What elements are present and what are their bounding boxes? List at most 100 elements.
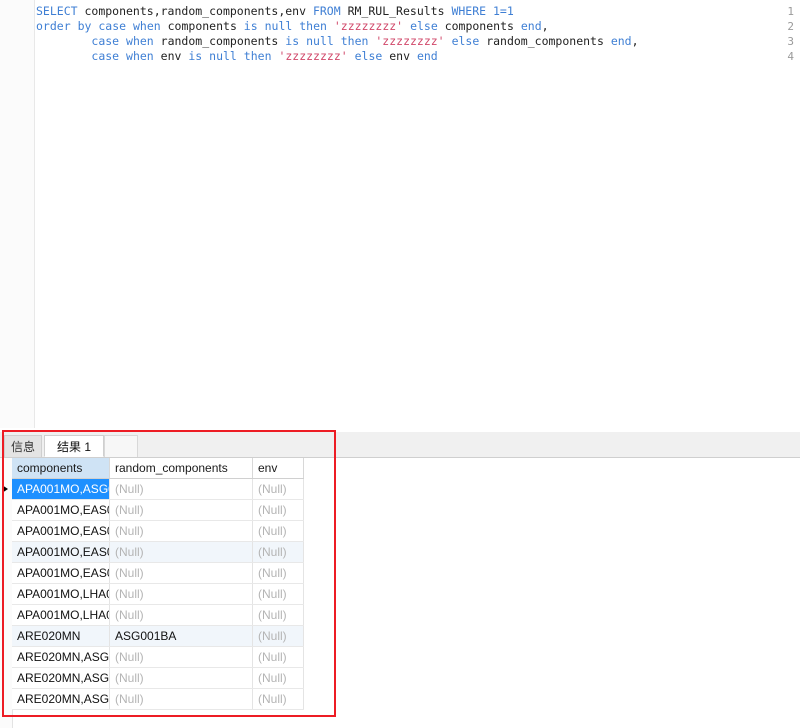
code-token: FROM <box>312 4 341 18</box>
column-header-env[interactable]: env <box>253 458 304 478</box>
code-token: null <box>209 49 237 63</box>
code-token: random_components <box>479 34 611 48</box>
column-header-components[interactable]: components <box>12 458 110 478</box>
code-token: 1=1 <box>493 4 514 18</box>
table-cell-random_components[interactable]: (Null) <box>110 647 253 667</box>
table-cell-random_components[interactable]: (Null) <box>110 500 253 520</box>
table-row[interactable]: APA001MO,EAS0 (Null) (Null) <box>12 521 304 542</box>
table-cell-components[interactable]: APA001MO,EAS0 <box>12 542 110 562</box>
table-cell-random_components[interactable]: (Null) <box>110 542 253 562</box>
code-token: then <box>299 19 327 33</box>
code-token: is <box>285 34 300 48</box>
code-token: by <box>77 19 92 33</box>
table-row[interactable]: APA001MO,LHA0 (Null) (Null) <box>12 605 304 626</box>
code-token: case <box>98 19 127 33</box>
table-cell-components[interactable]: APA001MO,EAS0 <box>12 521 110 541</box>
table-cell-random_components[interactable]: (Null) <box>110 668 253 688</box>
code-token: else <box>451 34 480 48</box>
table-row[interactable]: ARE020MN,ASG0 (Null) (Null) <box>12 647 304 668</box>
results-tab-strip: 信息 结果 1 <box>0 432 800 458</box>
code-token: then <box>340 34 369 48</box>
table-cell-components[interactable]: ARE020MN <box>12 626 110 646</box>
code-token: is <box>188 49 203 63</box>
table-cell-random_components[interactable]: (Null) <box>110 563 253 583</box>
code-token: end <box>520 19 542 33</box>
code-token: else <box>354 49 383 63</box>
code-token: 'zzzzzzzz' <box>375 34 445 48</box>
table-cell-env[interactable]: (Null) <box>253 668 304 688</box>
table-cell-components[interactable]: APA001MO,LHA0 <box>12 605 110 625</box>
table-cell-env[interactable]: (Null) <box>253 521 304 541</box>
table-row[interactable]: APA001MO,ASG0 (Null) (Null) <box>12 479 304 500</box>
code-token: when <box>133 19 161 33</box>
code-token: case <box>91 49 120 63</box>
table-cell-env[interactable]: (Null) <box>253 647 304 667</box>
table-row[interactable]: ARE020MN ASG001BA (Null) <box>12 626 304 647</box>
table-cell-components[interactable]: ARE020MN,ASG0 <box>12 689 110 709</box>
table-cell-components[interactable]: ARE020MN,ASG0 <box>12 668 110 688</box>
table-cell-env[interactable]: (Null) <box>253 500 304 520</box>
code-token: is <box>243 19 258 33</box>
table-cell-env[interactable]: (Null) <box>253 605 304 625</box>
code-token: then <box>243 49 272 63</box>
table-cell-env[interactable]: (Null) <box>253 584 304 604</box>
table-cell-components[interactable]: APA001MO,EAS0 <box>12 500 110 520</box>
code-token: order <box>36 19 71 33</box>
code-line: case when env is null then 'zzzzzzzz' el… <box>36 49 796 64</box>
table-cell-env[interactable]: (Null) <box>253 689 304 709</box>
table-row[interactable]: APA001MO,EAS0 (Null) (Null) <box>12 542 304 563</box>
tab-result-1[interactable]: 结果 1 <box>44 435 104 457</box>
code-token: random_components <box>153 34 286 48</box>
table-row[interactable]: APA001MO,EAS0 (Null) (Null) <box>12 563 304 584</box>
code-token: else <box>410 19 438 33</box>
code-line: case when random_components is null then… <box>36 34 796 49</box>
table-cell-components[interactable]: APA001MO,ASG0 <box>12 479 110 499</box>
table-cell-env[interactable]: (Null) <box>253 479 304 499</box>
table-cell-components[interactable]: APA001MO,EAS0 <box>12 563 110 583</box>
table-cell-components[interactable]: APA001MO,LHA0 <box>12 584 110 604</box>
code-line: order by case when components is null th… <box>36 19 796 34</box>
code-token: env <box>153 49 189 63</box>
table-cell-random_components[interactable]: ASG001BA <box>110 626 253 646</box>
code-line: SELECT components,random_components,env … <box>36 4 796 19</box>
results-pane: 信息 结果 1 components random_components env A… <box>0 430 800 728</box>
code-token: null <box>306 34 334 48</box>
code-token: env <box>382 49 417 63</box>
table-cell-random_components[interactable]: (Null) <box>110 605 253 625</box>
table-cell-components[interactable]: ARE020MN,ASG0 <box>12 647 110 667</box>
table-row[interactable]: ARE020MN,ASG0 (Null) (Null) <box>12 689 304 710</box>
code-token: components <box>160 19 244 33</box>
table-cell-random_components[interactable]: (Null) <box>110 689 253 709</box>
results-grid[interactable]: components random_components env APA001MO,… <box>0 458 800 728</box>
table-cell-env[interactable]: (Null) <box>253 563 304 583</box>
table-cell-env[interactable]: (Null) <box>253 626 304 646</box>
table-cell-random_components[interactable]: (Null) <box>110 521 253 541</box>
code-token: when <box>126 49 154 63</box>
sql-code-area[interactable]: SELECT components,random_components,env … <box>36 0 796 64</box>
code-token: when <box>126 34 154 48</box>
table-cell-env[interactable]: (Null) <box>253 542 304 562</box>
table-cell-random_components[interactable]: (Null) <box>110 584 253 604</box>
table-row[interactable]: APA001MO,LHA0 (Null) (Null) <box>12 584 304 605</box>
code-token: end <box>610 34 632 48</box>
code-token: components,random_components,env <box>77 4 313 18</box>
column-header-random_components[interactable]: random_components <box>110 458 253 478</box>
sql-editor[interactable]: 1234 SELECT components,random_components… <box>0 0 800 428</box>
code-token: WHERE <box>451 4 487 18</box>
tab-info[interactable]: 信息 <box>4 435 42 457</box>
table-cell-random_components[interactable]: (Null) <box>110 479 253 499</box>
table-row[interactable]: APA001MO,EAS0 (Null) (Null) <box>12 500 304 521</box>
editor-line-number-gutter <box>0 0 35 428</box>
table-row[interactable]: ARE020MN,ASG0 (Null) (Null) <box>12 668 304 689</box>
